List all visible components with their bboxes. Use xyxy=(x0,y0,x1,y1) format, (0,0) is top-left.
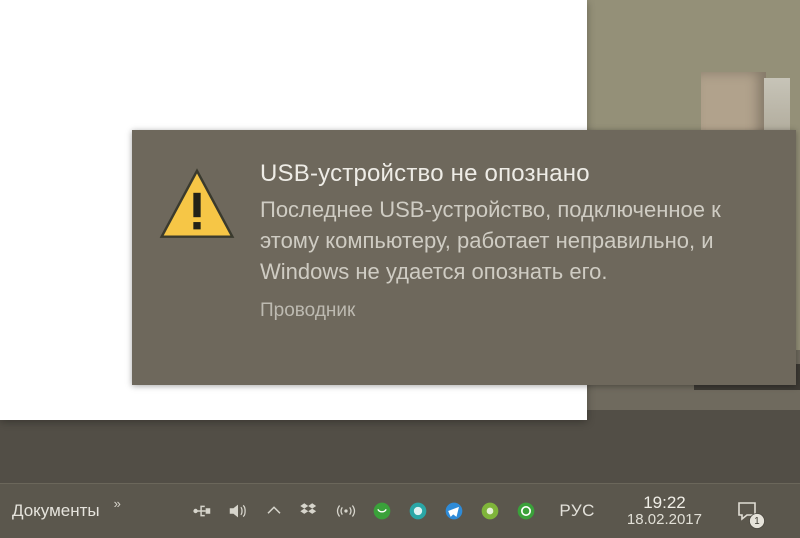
usb-notification-toast[interactable]: USB-устройство не опознано Последнее USB… xyxy=(132,130,796,385)
tray-dropbox-icon[interactable] xyxy=(299,500,321,522)
tray-antenna-icon[interactable] xyxy=(335,500,357,522)
taskbar-chevron-icon[interactable]: » xyxy=(110,484,129,538)
tray-telegram-icon[interactable] xyxy=(443,500,465,522)
taskbar-clock[interactable]: 19:22 18.02.2017 xyxy=(617,494,712,529)
toast-body: USB-устройство не опознано Последнее USB… xyxy=(260,158,766,322)
system-tray: РУС 19:22 18.02.2017 1 xyxy=(191,494,792,529)
tray-show-hidden-icon[interactable] xyxy=(263,500,285,522)
documents-label: Документы xyxy=(12,501,100,521)
taskbar-toolbar-documents[interactable]: Документы xyxy=(6,484,110,538)
warning-icon xyxy=(158,166,236,244)
language-label: РУС xyxy=(559,501,595,521)
tray-app-icon-2[interactable] xyxy=(407,500,429,522)
tray-app-icon-4[interactable] xyxy=(515,500,537,522)
tray-app-icon-3[interactable] xyxy=(479,500,501,522)
action-center-icon[interactable]: 1 xyxy=(732,496,762,526)
tray-device-icon[interactable] xyxy=(191,500,213,522)
tray-app-icon-1[interactable] xyxy=(371,500,393,522)
chevron-glyph: » xyxy=(114,496,121,511)
toast-source: Проводник xyxy=(260,300,766,322)
toast-message: Последнее USB-устройство, подключенное к… xyxy=(260,194,766,288)
taskbar: Документы » xyxy=(0,483,800,538)
language-indicator[interactable]: РУС xyxy=(551,501,603,521)
clock-time: 19:22 xyxy=(643,494,686,512)
wallpaper-desk xyxy=(0,410,800,488)
clock-date: 18.02.2017 xyxy=(627,512,702,528)
action-center-badge: 1 xyxy=(754,516,759,527)
tray-volume-icon[interactable] xyxy=(227,500,249,522)
toast-title: USB-устройство не опознано xyxy=(260,160,766,188)
